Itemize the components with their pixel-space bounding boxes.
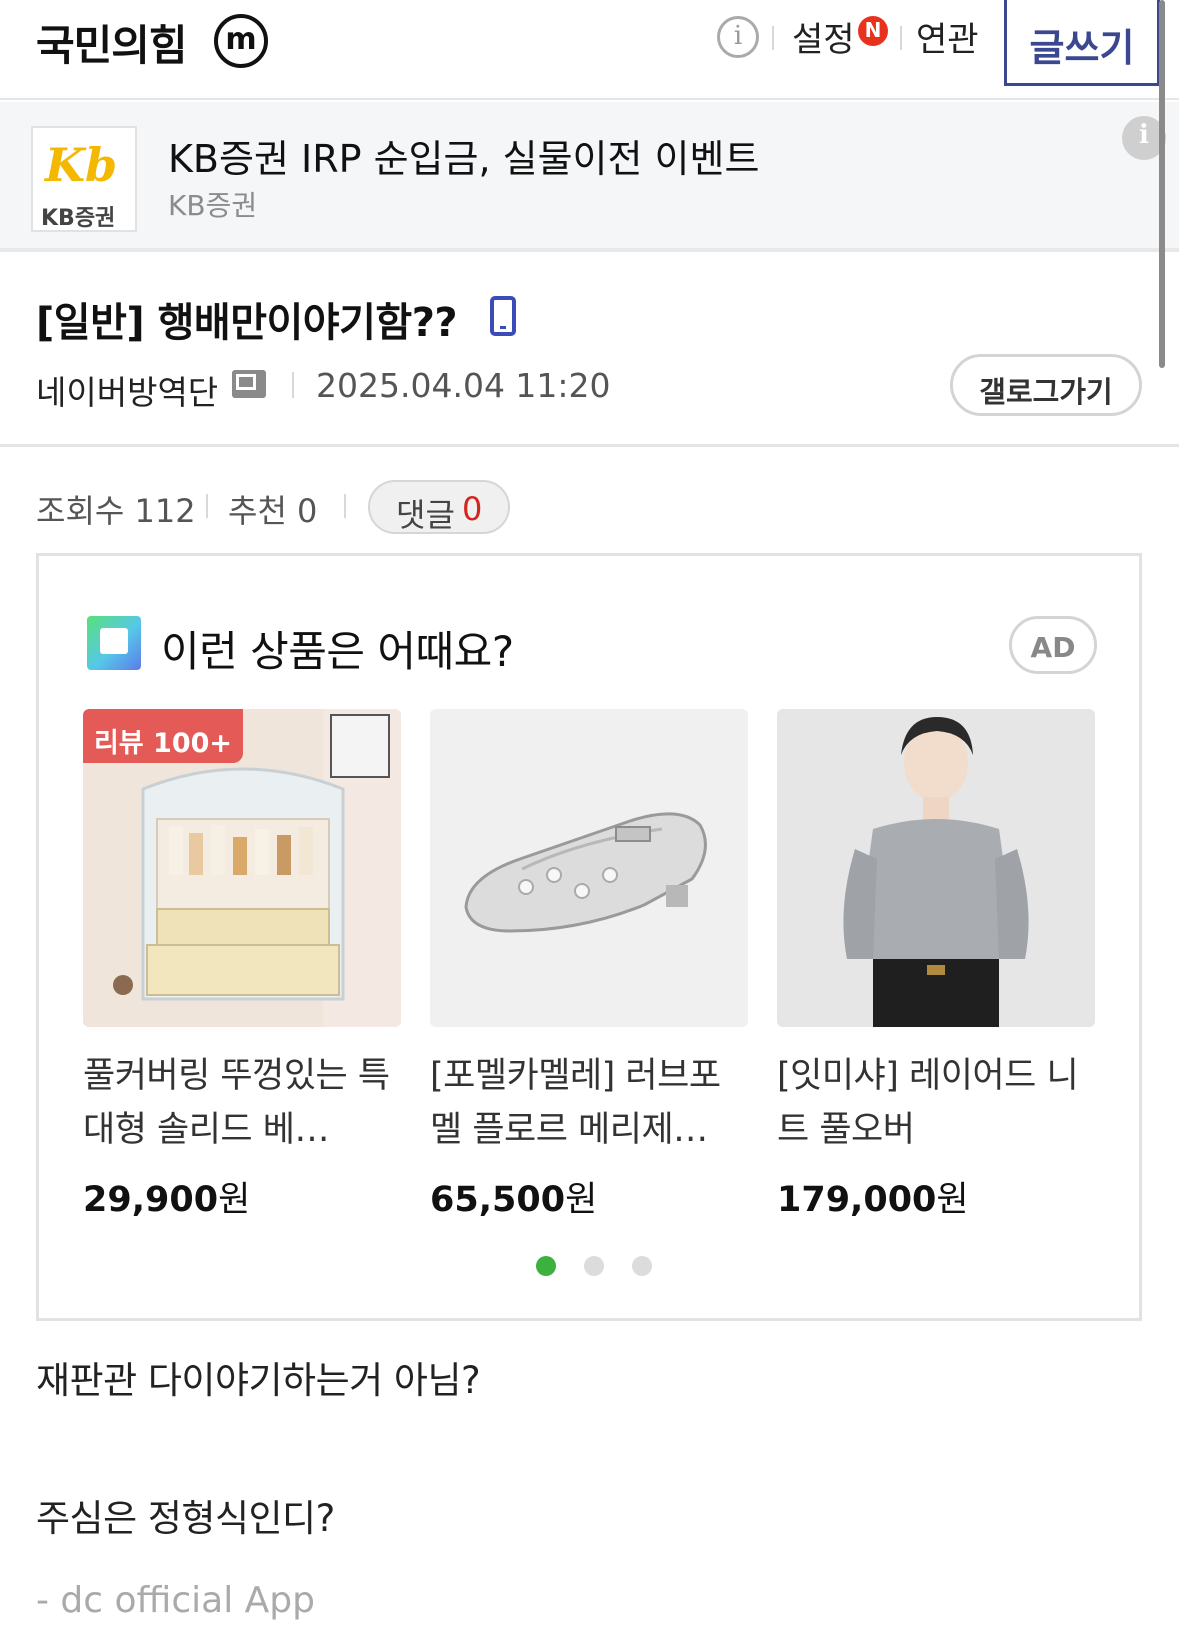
- divider: [206, 494, 208, 518]
- pager-dot-active[interactable]: [536, 1256, 556, 1276]
- write-button-label: 글쓰기: [1029, 26, 1135, 70]
- product-price-value: 179,000: [777, 1180, 937, 1220]
- info-icon[interactable]: i: [717, 16, 759, 58]
- minor-gallery-badge-text: m: [225, 22, 257, 57]
- product-card[interactable]: 리뷰 100+ 풀커버링 뚜껑있는 특대형 솔리드 베… 29,900원: [83, 709, 401, 1220]
- kb-logo-text: KB증권: [41, 206, 116, 231]
- product-price: 29,900원: [83, 1171, 250, 1222]
- divider: [772, 26, 774, 50]
- scrollbar[interactable]: [1159, 0, 1165, 368]
- product-image[interactable]: [430, 709, 748, 1027]
- gallog-button[interactable]: 갤로그가기: [950, 354, 1142, 416]
- ad-label-text: AD: [1030, 631, 1076, 664]
- gallog-button-label: 갤로그가기: [979, 375, 1113, 409]
- product-image[interactable]: 리뷰 100+: [83, 709, 401, 1027]
- new-badge: N: [858, 16, 888, 46]
- post-body-line: 재판관 다이야기하는거 아님?: [36, 1359, 481, 1402]
- product-price-currency: 원: [218, 1180, 251, 1220]
- product-name[interactable]: [포멜카멜레] 러브포멜 플로르 메리제…: [430, 1049, 748, 1157]
- product-ad-title: 이런 상품은 어때요?: [161, 627, 514, 676]
- related-button[interactable]: 연관: [916, 12, 979, 61]
- pager-dot[interactable]: [632, 1256, 652, 1276]
- sponsored-banner[interactable]: Kb KB증권 KB증권 IRP 순입금, 실물이전 이벤트 KB증권 i: [0, 102, 1179, 252]
- review-badge-text: 리뷰 100+: [93, 728, 233, 759]
- post-date: 2025.04.04 11:20: [316, 366, 611, 405]
- banner-advertiser: KB증권: [168, 189, 258, 222]
- write-button[interactable]: 글쓰기: [1004, 0, 1160, 86]
- divider: [900, 26, 902, 50]
- mobile-icon: [490, 296, 516, 336]
- comment-count: 0: [462, 490, 483, 528]
- top-header: 국민의힘 m i 설정 N 연관 글쓰기: [0, 0, 1179, 100]
- pager-dot[interactable]: [584, 1256, 604, 1276]
- view-count: 조회수 112: [36, 492, 196, 530]
- product-card[interactable]: [포멜카멜레] 러브포멜 플로르 메리제… 65,500원: [430, 709, 748, 1220]
- settings-button[interactable]: 설정: [792, 12, 855, 61]
- divider: [0, 444, 1179, 447]
- advertiser-logo: Kb KB증권: [31, 126, 137, 232]
- product-card[interactable]: [잇미샤] 레이어드 니트 풀오버 179,000원: [777, 709, 1095, 1220]
- minor-gallery-icon: m: [214, 14, 268, 68]
- product-price-currency: 원: [936, 1180, 969, 1220]
- post-author[interactable]: 네이버방역단: [36, 366, 218, 414]
- recommend-count: 추천 0: [228, 492, 318, 530]
- new-badge-text: N: [864, 18, 882, 42]
- review-badge: 리뷰 100+: [83, 709, 243, 763]
- post-body-line: 주심은 정형식인디?: [36, 1497, 335, 1540]
- divider: [292, 372, 294, 398]
- post-signature: - dc official App: [36, 1580, 315, 1621]
- product-price: 179,000원: [777, 1171, 969, 1222]
- product-price: 65,500원: [430, 1171, 597, 1222]
- product-price-value: 65,500: [430, 1180, 566, 1220]
- product-recommendation-ad: 이런 상품은 어때요? AD 리뷰 100+ 풀커버링 뚜껑있는 특대형 솔리드…: [36, 553, 1142, 1321]
- comment-label: 댓글: [396, 496, 455, 534]
- post-title: [일반] 행배만이야기함??: [36, 300, 458, 346]
- gallery-name[interactable]: 국민의힘: [36, 12, 188, 73]
- product-price-value: 29,900: [83, 1180, 219, 1220]
- product-name[interactable]: [잇미샤] 레이어드 니트 풀오버: [777, 1049, 1095, 1157]
- banner-title[interactable]: KB증권 IRP 순입금, 실물이전 이벤트: [168, 128, 759, 183]
- comment-button[interactable]: 댓글 0: [368, 480, 510, 534]
- kb-logo-glyph: Kb: [45, 138, 118, 192]
- divider: [344, 494, 346, 518]
- product-price-currency: 원: [565, 1180, 598, 1220]
- product-name[interactable]: 풀커버링 뚜껑있는 특대형 솔리드 베…: [83, 1049, 401, 1157]
- fixed-nick-icon: [232, 370, 266, 398]
- shopping-bag-icon: [87, 616, 141, 670]
- product-image[interactable]: [777, 709, 1095, 1027]
- ad-label[interactable]: AD: [1009, 616, 1097, 674]
